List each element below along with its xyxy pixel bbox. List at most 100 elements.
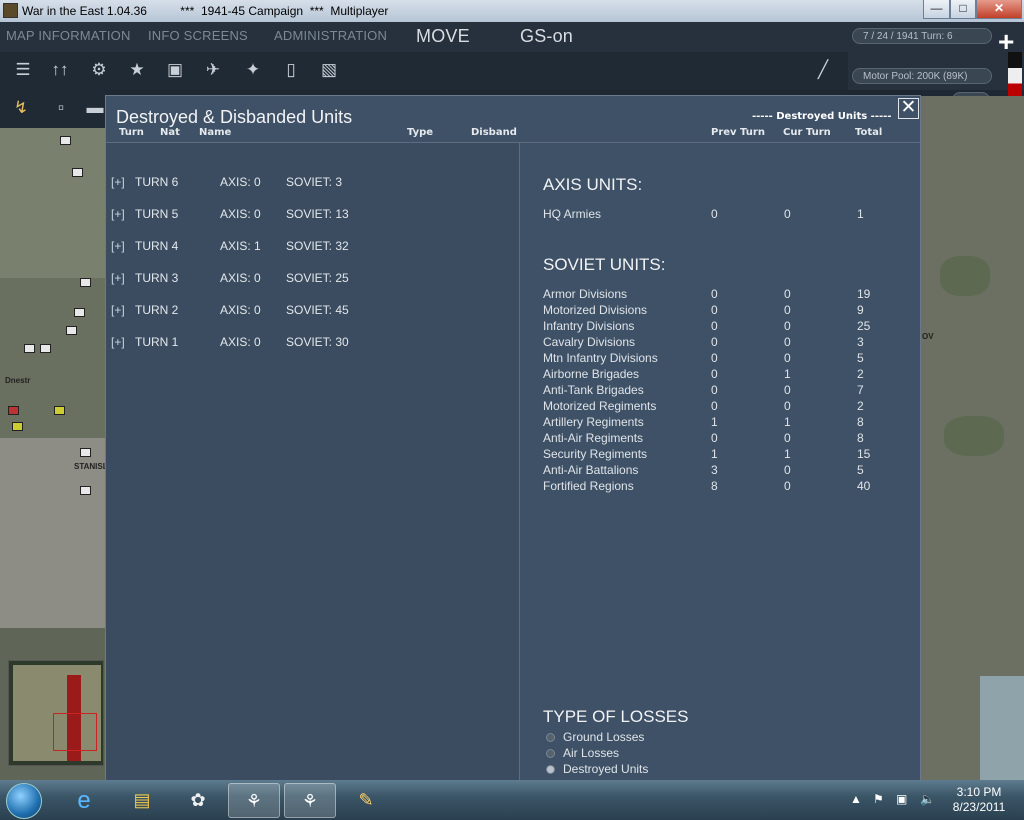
rail-icon[interactable]: ▯ <box>278 56 304 84</box>
map-unit-counter[interactable] <box>12 422 23 431</box>
total-value: 15 <box>857 447 871 461</box>
airbase-icon[interactable]: ▣ <box>162 56 188 84</box>
maximize-button[interactable]: □ <box>950 0 976 19</box>
window-close-button[interactable]: ✕ <box>976 0 1022 19</box>
map-unit-counter[interactable] <box>60 136 71 145</box>
show-hidden-icons-icon[interactable]: ▲ <box>850 792 862 806</box>
aircraft-icon[interactable]: ✈ <box>200 56 226 84</box>
bomber-icon[interactable]: ✦ <box>240 56 266 84</box>
col-header-disband[interactable]: Disband <box>471 127 517 138</box>
unit-type-name: Infantry Divisions <box>543 319 635 333</box>
cur-turn-value: 0 <box>784 479 791 493</box>
map-unit-counter[interactable] <box>8 406 19 415</box>
windows-start-icon[interactable] <box>6 783 42 819</box>
gs-on-toggle[interactable]: GS-on <box>520 26 573 47</box>
paint-icon[interactable]: ✎ <box>340 783 392 818</box>
soviet-count: SOVIET: 3 <box>286 175 343 189</box>
map-unit-counter[interactable] <box>80 278 91 287</box>
cur-turn-value: 0 <box>784 287 791 301</box>
unit-row: Motorized Divisions 0 0 9 <box>543 303 923 319</box>
pencil-icon[interactable]: ╱ <box>810 56 836 84</box>
cur-turn-value: 0 <box>784 399 791 413</box>
radio-label: Air Losses <box>563 746 620 760</box>
col-header-turn[interactable]: Turn <box>119 127 144 138</box>
system-clock[interactable]: 3:10 PM 8/23/2011 <box>946 785 1012 815</box>
phone-icon[interactable]: ▧ <box>316 56 342 84</box>
tab-administration[interactable]: ADMINISTRATION <box>274 28 387 43</box>
internet-explorer-icon[interactable]: e <box>58 783 110 818</box>
nation-flag <box>1008 52 1022 100</box>
map-unit-counter[interactable] <box>72 168 83 177</box>
prev-turn-value: 1 <box>711 415 718 429</box>
prev-turn-value: 0 <box>711 303 718 317</box>
expand-toggle[interactable]: [+] <box>111 207 125 221</box>
map-right[interactable]: OV <box>920 96 1024 780</box>
unit-type-name: Artillery Regiments <box>543 415 644 429</box>
expand-toggle[interactable]: [+] <box>111 239 125 253</box>
map-unit-counter[interactable] <box>74 308 85 317</box>
minimap-viewport[interactable] <box>53 713 97 751</box>
war-in-the-east-icon[interactable]: ⚘ <box>228 783 280 818</box>
soviet-count: SOVIET: 13 <box>286 207 349 221</box>
radio-button[interactable] <box>546 749 555 758</box>
total-value: 9 <box>857 303 864 317</box>
tab-map-information[interactable]: MAP INFORMATION <box>6 28 131 43</box>
cur-turn-value: 0 <box>784 463 791 477</box>
map-unit-counter[interactable] <box>40 344 51 353</box>
map-forest-patch <box>940 256 990 296</box>
network-icon[interactable]: ▣ <box>896 792 907 806</box>
cur-turn-value: 0 <box>784 431 791 445</box>
move-mode-button[interactable]: MOVE <box>416 26 470 47</box>
unit-type-name: Anti-Tank Brigades <box>543 383 644 397</box>
expand-toggle[interactable]: [+] <box>111 335 125 349</box>
radio-button-selected[interactable] <box>546 765 555 774</box>
cur-turn-value: 0 <box>784 383 791 397</box>
map-unit-counter[interactable] <box>80 448 91 457</box>
map-unit-counter[interactable] <box>80 486 91 495</box>
expand-toggle[interactable]: [+] <box>111 303 125 317</box>
star-icon[interactable]: ★ <box>124 56 150 84</box>
volume-icon[interactable]: 🔈 <box>920 792 935 806</box>
artillery-icon[interactable]: ▫ <box>48 94 74 122</box>
unit-type-name: HQ Armies <box>543 207 602 221</box>
prev-turn-value: 0 <box>711 207 718 221</box>
total-value: 19 <box>857 287 871 301</box>
col-header-total[interactable]: Total <box>855 127 882 138</box>
windows-taskbar: e ▤ ✿ ⚘ ⚘ ✎ ▲ ⚑ ▣ 🔈 3:10 PM 8/23/2011 <box>0 780 1024 820</box>
unit-type-name: Armor Divisions <box>543 287 628 301</box>
arrows-up-icon[interactable]: ↑↑ <box>47 56 73 84</box>
cur-turn-value: 0 <box>784 335 791 349</box>
radio-button[interactable] <box>546 733 555 742</box>
col-header-nat[interactable]: Nat <box>160 127 180 138</box>
map-unit-counter[interactable] <box>66 326 77 335</box>
file-explorer-icon[interactable]: ▤ <box>116 783 168 818</box>
col-header-prev-turn[interactable]: Prev Turn <box>711 127 765 138</box>
col-header-type[interactable]: Type <box>407 127 433 138</box>
cur-turn-value: 1 <box>784 447 791 461</box>
action-center-flag-icon[interactable]: ⚑ <box>873 792 884 806</box>
gear-icon[interactable]: ⚙ <box>86 56 112 84</box>
map-unit-counter[interactable] <box>54 406 65 415</box>
col-header-name[interactable]: Name <box>199 127 231 138</box>
cur-turn-value: 0 <box>784 303 791 317</box>
move-path-icon[interactable]: ↯ <box>8 94 34 122</box>
map-unit-counter[interactable] <box>24 344 35 353</box>
clock-time: 3:10 PM <box>956 785 1002 799</box>
tab-info-screens[interactable]: INFO SCREENS <box>148 28 248 43</box>
prev-turn-value: 1 <box>711 447 718 461</box>
map-sea <box>980 676 1024 780</box>
expand-toggle[interactable]: [+] <box>111 271 125 285</box>
col-header-cur-turn[interactable]: Cur Turn <box>783 127 831 138</box>
dialog-close-button[interactable]: ✕ <box>898 98 919 119</box>
map-forest-patch <box>944 416 1004 456</box>
map-city-label: OV <box>922 332 934 341</box>
war-in-the-east-icon[interactable]: ⚘ <box>284 783 336 818</box>
unit-type-name: Airborne Brigades <box>543 367 640 381</box>
prev-turn-value: 0 <box>711 431 718 445</box>
ground-units-icon[interactable]: ☰ <box>10 56 36 84</box>
minimap[interactable] <box>8 660 104 766</box>
expand-toggle[interactable]: [+] <box>111 175 125 189</box>
minimize-button[interactable]: — <box>923 0 950 19</box>
unit-row: Security Regiments 1 1 15 <box>543 447 923 463</box>
flower-app-icon[interactable]: ✿ <box>172 783 224 818</box>
